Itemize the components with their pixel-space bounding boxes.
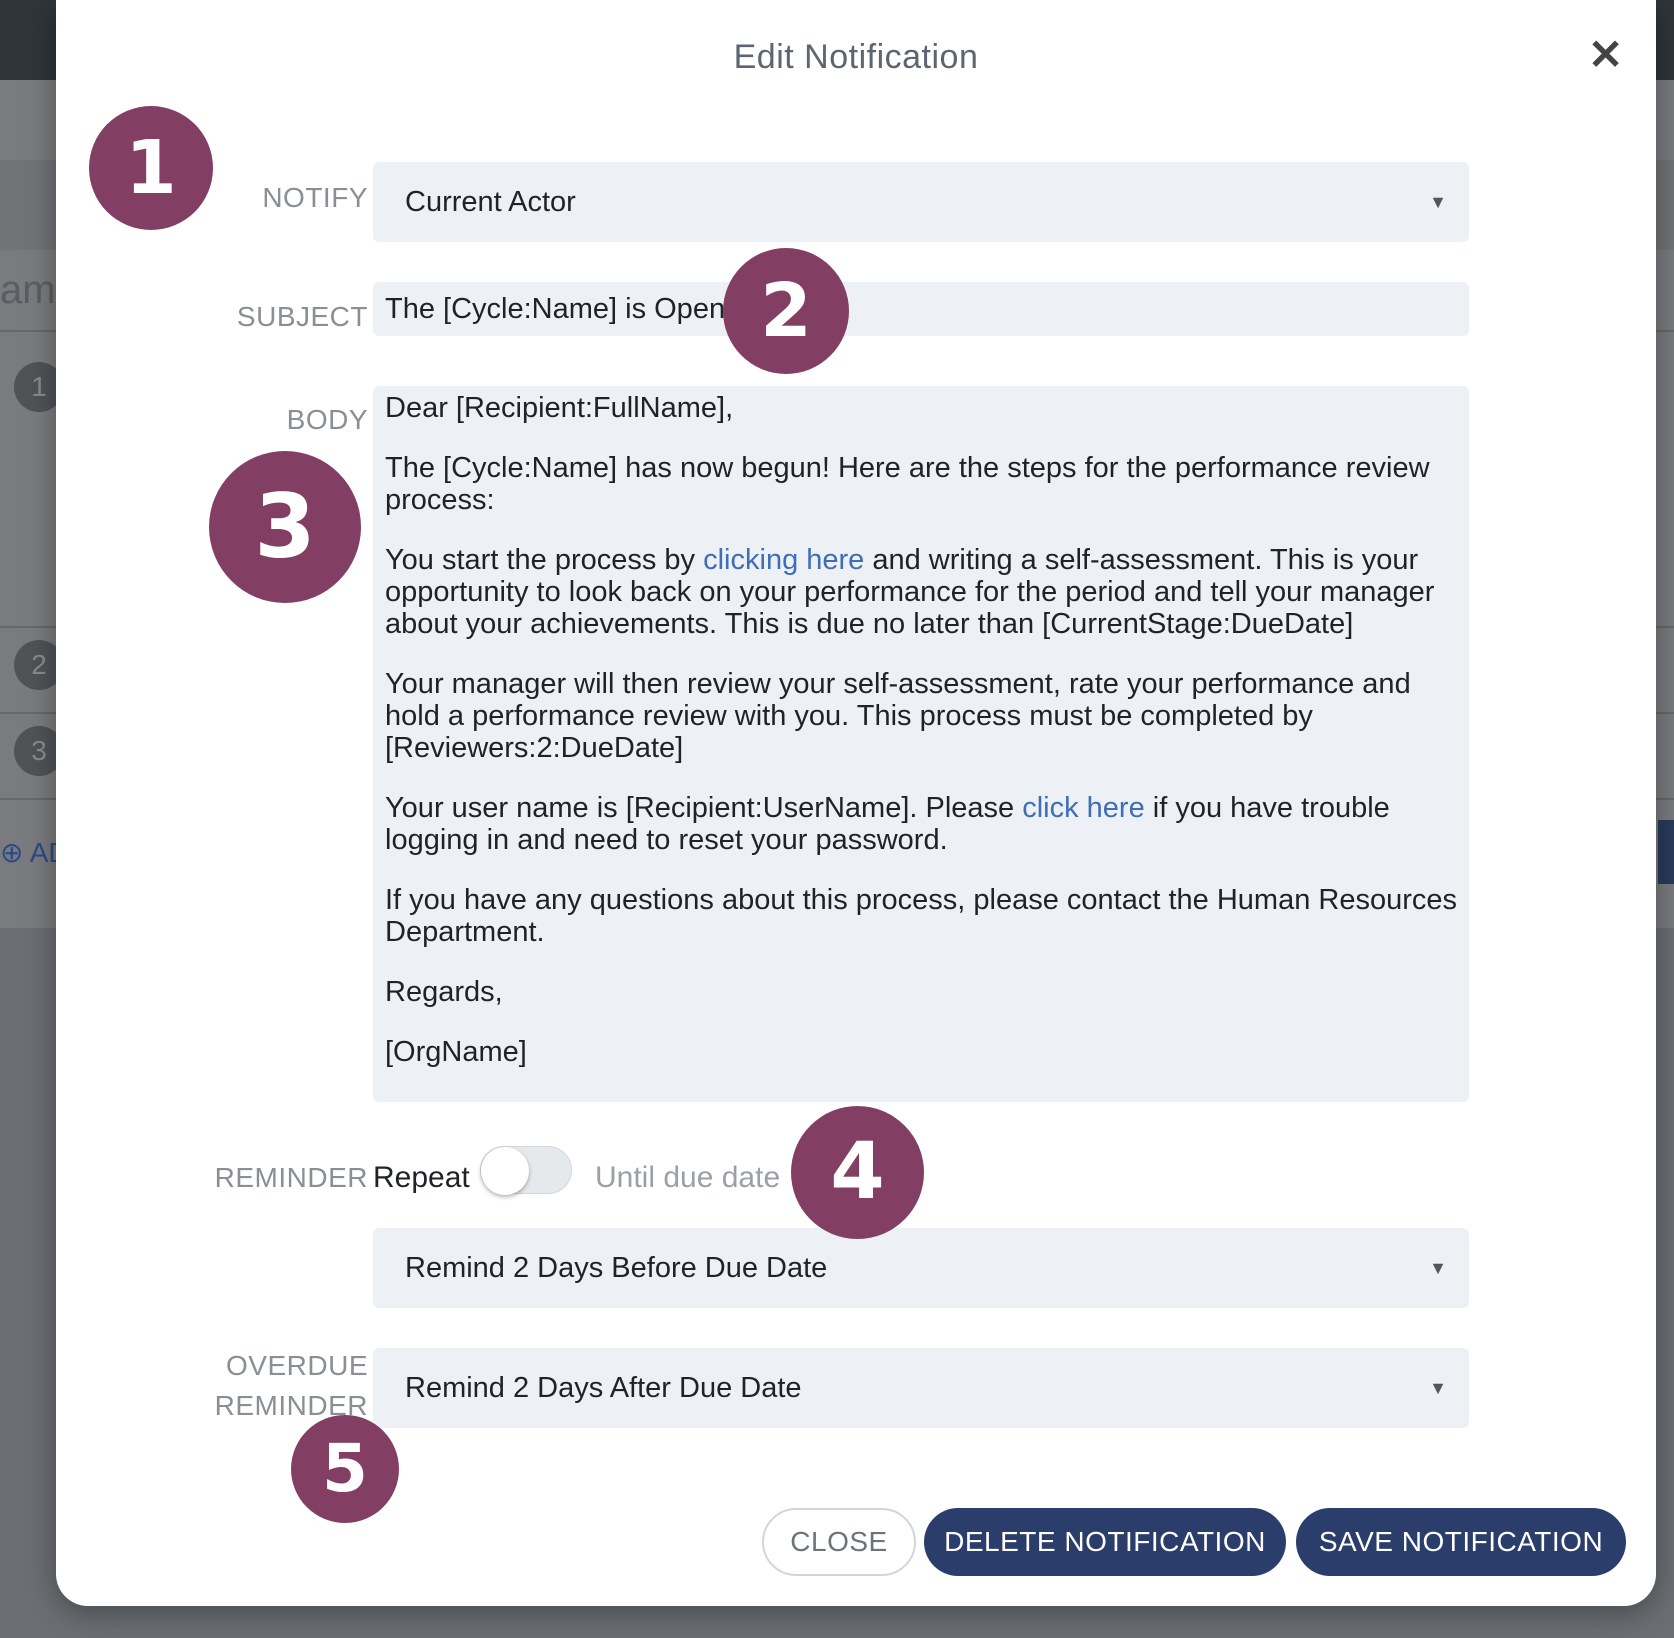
body-paragraph: [OrgName]: [385, 1036, 527, 1068]
callout-badge-4: 4: [791, 1106, 924, 1239]
save-notification-button[interactable]: SAVE NOTIFICATION: [1296, 1508, 1626, 1576]
repeat-label: Repeat: [373, 1161, 470, 1194]
body-paragraph: You start the process by clicking here a…: [385, 544, 1457, 640]
body-paragraph: The [Cycle:Name] has now begun! Here are…: [385, 452, 1430, 516]
repeat-toggle[interactable]: [480, 1146, 572, 1195]
subject-label: SUBJECT: [236, 301, 368, 332]
click-here-link[interactable]: click here: [1022, 792, 1145, 824]
caret-down-icon: ▼: [1429, 192, 1447, 212]
clicking-here-link[interactable]: clicking here: [703, 544, 864, 576]
reminder-select[interactable]: Remind 2 Days Before Due Date ▼: [373, 1228, 1469, 1308]
overdue-value: Remind 2 Days After Due Date: [405, 1372, 802, 1404]
body-text: Your user name is [Recipient:UserName]. …: [385, 792, 1023, 824]
close-button[interactable]: CLOSE: [762, 1508, 916, 1576]
callout-badge-5: 5: [291, 1415, 399, 1523]
body-text: You start the process by: [385, 544, 704, 576]
plus-circle-icon: ⊕: [0, 837, 24, 868]
toggle-knob: [481, 1147, 529, 1195]
body-paragraph: If you have any questions about this pro…: [385, 884, 1458, 948]
notify-label: NOTIFY: [262, 182, 368, 213]
notify-value: Current Actor: [405, 186, 576, 218]
background-right-button: [1658, 820, 1674, 884]
subject-input[interactable]: The [Cycle:Name] is Open: [373, 282, 1469, 336]
overdue-reminder-select[interactable]: Remind 2 Days After Due Date ▼: [373, 1348, 1469, 1428]
body-label: BODY: [286, 404, 368, 435]
body-editor[interactable]: Dear [Recipient:FullName], The [Cycle:Na…: [373, 386, 1469, 1102]
close-icon[interactable]: ✕: [1588, 30, 1623, 79]
edit-notification-modal: Edit Notification ✕ NOTIFY Current Actor…: [56, 0, 1656, 1606]
body-paragraph: Regards,: [385, 976, 503, 1008]
reminder-label: REMINDER: [214, 1162, 368, 1193]
notify-select[interactable]: Current Actor ▼: [373, 162, 1469, 242]
overdue-label-line1: OVERDUE: [226, 1350, 368, 1381]
callout-badge-3: 3: [209, 451, 361, 603]
body-greeting: Dear [Recipient:FullName],: [385, 392, 734, 424]
until-due-date-label: Until due date: [595, 1161, 781, 1194]
modal-title: Edit Notification: [733, 38, 979, 76]
subject-value: The [Cycle:Name] is Open: [385, 293, 726, 325]
callout-badge-1: 1: [89, 106, 213, 230]
caret-down-icon: ▼: [1429, 1378, 1447, 1398]
delete-notification-button[interactable]: DELETE NOTIFICATION: [924, 1508, 1286, 1576]
body-paragraph: Your user name is [Recipient:UserName]. …: [385, 792, 1457, 856]
body-paragraph: Your manager will then review your self-…: [385, 668, 1411, 764]
callout-badge-2: 2: [723, 248, 849, 374]
reminder-value: Remind 2 Days Before Due Date: [405, 1252, 828, 1284]
caret-down-icon: ▼: [1429, 1258, 1447, 1278]
